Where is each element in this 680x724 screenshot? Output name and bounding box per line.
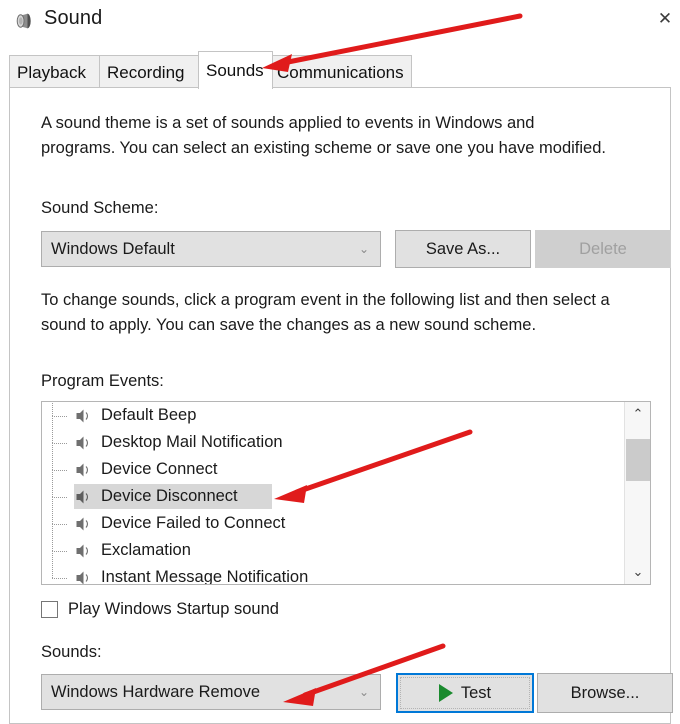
sound-scheme-combo[interactable]: Windows Default ⌄ (41, 231, 381, 267)
speaker-icon (73, 515, 95, 533)
sounds-tab-panel: A sound theme is a set of sounds applied… (9, 87, 673, 724)
checkbox-label: Play Windows Startup sound (68, 600, 279, 618)
title-bar: Sound ✕ (0, 0, 680, 44)
sound-scheme-label: Sound Scheme: (41, 199, 159, 217)
speaker-icon (73, 488, 95, 506)
play-startup-sound-checkbox[interactable]: Play Windows Startup sound (41, 600, 279, 619)
save-as-button[interactable]: Save As... (395, 230, 531, 268)
list-item[interactable]: Device Failed to Connect (42, 497, 650, 537)
scroll-up-icon[interactable]: ⌃ (625, 402, 650, 426)
scrollbar-thumb[interactable] (626, 439, 650, 481)
scroll-down-icon[interactable]: ⌄ (625, 560, 650, 584)
delete-button: Delete (535, 230, 671, 268)
tab-sounds[interactable]: Sounds (198, 51, 273, 89)
list-item-label: Device Disconnect (101, 487, 238, 505)
program-events-label: Program Events: (41, 372, 164, 390)
speaker-icon (73, 434, 95, 452)
intro-paragraph: A sound theme is a set of sounds applied… (41, 114, 606, 157)
list-item-label: Device Failed to Connect (101, 514, 286, 532)
chevron-down-icon: ⌄ (358, 685, 369, 699)
list-item[interactable]: Exclamation (42, 524, 650, 564)
list-item-label: Device Connect (101, 460, 218, 478)
tree-line (52, 402, 73, 429)
list-item-label: Desktop Mail Notification (101, 433, 283, 451)
tree-line (52, 443, 73, 483)
list-item-selected[interactable]: Device Disconnect (42, 470, 650, 510)
list-scrollbar[interactable]: ⌃ ⌄ (624, 402, 650, 584)
sound-dialog-window: Sound ✕ Playback Recording Sounds Commun… (0, 0, 680, 724)
test-button[interactable]: Test (396, 673, 534, 713)
window-title: Sound (44, 7, 103, 29)
speaker-icon (73, 407, 95, 425)
list-item-label: Exclamation (101, 541, 191, 559)
speaker-icon (73, 569, 95, 584)
speaker-icon (12, 9, 36, 33)
tree-line (52, 470, 73, 510)
tree-line (52, 416, 73, 456)
list-item-label: Default Beep (101, 406, 197, 424)
list-item[interactable]: Instant Message Notification (42, 551, 650, 585)
sound-scheme-value: Windows Default (51, 239, 175, 258)
change-sounds-paragraph: To change sounds, click a program event … (41, 291, 610, 334)
tab-recording[interactable]: Recording (99, 55, 202, 88)
close-icon[interactable]: ✕ (642, 0, 680, 36)
list-item-label: Instant Message Notification (101, 568, 309, 585)
checkbox-box[interactable] (41, 601, 58, 618)
list-item[interactable]: Desktop Mail Notification (42, 416, 650, 456)
speaker-icon (73, 461, 95, 479)
program-events-list[interactable]: Default Beep Desktop Mail Notification D… (41, 401, 651, 585)
speaker-icon (73, 542, 95, 560)
sounds-value: Windows Hardware Remove (51, 682, 261, 701)
sounds-combo[interactable]: Windows Hardware Remove ⌄ (41, 674, 381, 710)
list-item[interactable]: Default Beep (42, 402, 650, 429)
tree-line (52, 497, 73, 537)
focus-outline (400, 677, 530, 709)
tab-playback[interactable]: Playback (9, 55, 103, 88)
list-item[interactable]: Device Connect (42, 443, 650, 483)
chevron-down-icon: ⌄ (358, 242, 369, 256)
tree-line (52, 551, 73, 584)
tab-communications[interactable]: Communications (269, 55, 412, 88)
sounds-label: Sounds: (41, 643, 102, 661)
tree-line (52, 524, 73, 564)
tab-strip: Playback Recording Sounds Communications (0, 44, 680, 89)
browse-button[interactable]: Browse... (537, 673, 673, 713)
